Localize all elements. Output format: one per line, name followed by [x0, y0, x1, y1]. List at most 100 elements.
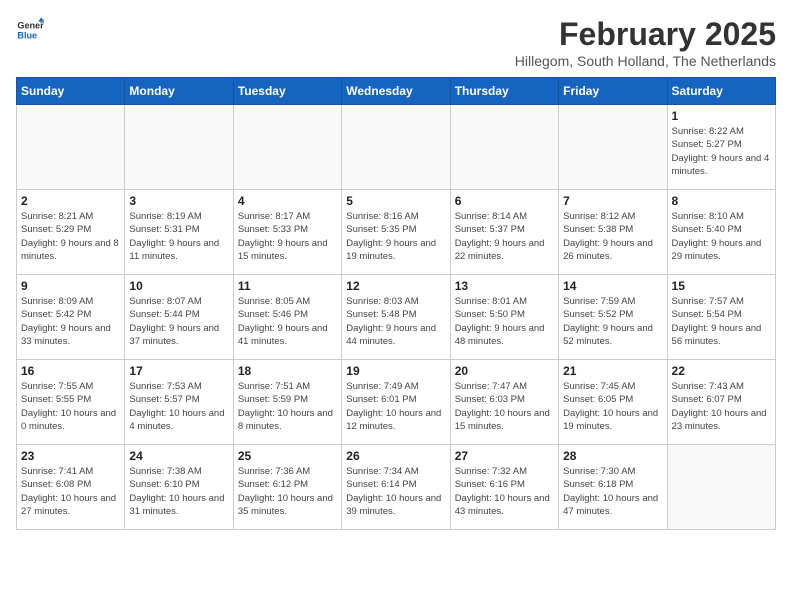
day-number: 11	[238, 279, 337, 293]
weekday-header-cell: Monday	[125, 78, 233, 105]
calendar-day-cell: 14 Sunrise: 7:59 AM Sunset: 5:52 PM Dayli…	[559, 275, 667, 360]
header: General Blue February 2025 Hillegom, Sou…	[16, 16, 776, 69]
day-info: Sunrise: 8:07 AM Sunset: 5:44 PM Dayligh…	[129, 295, 228, 348]
day-number: 4	[238, 194, 337, 208]
calendar-day-cell: 27Sunrise: 7:32 AM Sunset: 6:16 PM Dayli…	[450, 445, 558, 530]
calendar-day-cell: 4 Sunrise: 8:17 AM Sunset: 5:33 PM Daylig…	[233, 190, 341, 275]
calendar-day-cell: 23 Sunrise: 7:41 AM Sunset: 6:08 PM Dayli…	[17, 445, 125, 530]
calendar-day-cell: 9 Sunrise: 8:09 AM Sunset: 5:42 PM Daylig…	[17, 275, 125, 360]
calendar-day-cell: 13 Sunrise: 8:01 AM Sunset: 5:50 PM Dayli…	[450, 275, 558, 360]
calendar-day-cell	[450, 105, 558, 190]
day-number: 26	[346, 449, 445, 463]
day-number: 6	[455, 194, 554, 208]
calendar-day-cell: 7Sunrise: 8:12 AM Sunset: 5:38 PM Daylig…	[559, 190, 667, 275]
day-number: 16	[21, 364, 120, 378]
day-number: 24	[129, 449, 228, 463]
svg-text:Blue: Blue	[17, 30, 37, 40]
day-number: 18	[238, 364, 337, 378]
subtitle: Hillegom, South Holland, The Netherlands	[515, 53, 776, 69]
calendar-week-row: 1 Sunrise: 8:22 AM Sunset: 5:27 PM Daylig…	[17, 105, 776, 190]
calendar-day-cell: 2 Sunrise: 8:21 AM Sunset: 5:29 PM Daylig…	[17, 190, 125, 275]
calendar-day-cell: 24Sunrise: 7:38 AM Sunset: 6:10 PM Dayli…	[125, 445, 233, 530]
day-info: Sunrise: 7:47 AM Sunset: 6:03 PM Dayligh…	[455, 380, 554, 433]
calendar-day-cell	[342, 105, 450, 190]
weekday-header-cell: Saturday	[667, 78, 775, 105]
calendar-day-cell	[125, 105, 233, 190]
day-number: 1	[672, 109, 771, 123]
day-number: 15	[672, 279, 771, 293]
day-info: Sunrise: 8:19 AM Sunset: 5:31 PM Dayligh…	[129, 210, 228, 263]
day-info: Sunrise: 8:01 AM Sunset: 5:50 PM Dayligh…	[455, 295, 554, 348]
calendar-day-cell: 22Sunrise: 7:43 AM Sunset: 6:07 PM Dayli…	[667, 360, 775, 445]
weekday-header-row: SundayMondayTuesdayWednesdayThursdayFrid…	[17, 78, 776, 105]
day-number: 13	[455, 279, 554, 293]
day-info: Sunrise: 7:53 AM Sunset: 5:57 PM Dayligh…	[129, 380, 228, 433]
weekday-header-cell: Tuesday	[233, 78, 341, 105]
calendar-day-cell: 8Sunrise: 8:10 AM Sunset: 5:40 PM Daylig…	[667, 190, 775, 275]
calendar-day-cell: 11 Sunrise: 8:05 AM Sunset: 5:46 PM Dayli…	[233, 275, 341, 360]
day-info: Sunrise: 7:59 AM Sunset: 5:52 PM Dayligh…	[563, 295, 662, 348]
calendar-day-cell: 1 Sunrise: 8:22 AM Sunset: 5:27 PM Daylig…	[667, 105, 775, 190]
weekday-header-cell: Thursday	[450, 78, 558, 105]
calendar: SundayMondayTuesdayWednesdayThursdayFrid…	[16, 77, 776, 530]
calendar-day-cell: 10 Sunrise: 8:07 AM Sunset: 5:44 PM Dayli…	[125, 275, 233, 360]
month-title: February 2025	[515, 16, 776, 53]
day-number: 9	[21, 279, 120, 293]
day-number: 5	[346, 194, 445, 208]
day-info: Sunrise: 8:22 AM Sunset: 5:27 PM Dayligh…	[672, 125, 771, 178]
day-info: Sunrise: 7:43 AM Sunset: 6:07 PM Dayligh…	[672, 380, 771, 433]
calendar-day-cell	[17, 105, 125, 190]
calendar-day-cell: 3 Sunrise: 8:19 AM Sunset: 5:31 PM Daylig…	[125, 190, 233, 275]
calendar-day-cell: 20 Sunrise: 7:47 AM Sunset: 6:03 PM Dayli…	[450, 360, 558, 445]
day-number: 3	[129, 194, 228, 208]
day-info: Sunrise: 7:55 AM Sunset: 5:55 PM Dayligh…	[21, 380, 120, 433]
day-number: 27	[455, 449, 554, 463]
day-info: Sunrise: 7:45 AM Sunset: 6:05 PM Dayligh…	[563, 380, 662, 433]
day-info: Sunrise: 8:21 AM Sunset: 5:29 PM Dayligh…	[21, 210, 120, 263]
weekday-header-cell: Friday	[559, 78, 667, 105]
day-number: 14	[563, 279, 662, 293]
calendar-week-row: 9 Sunrise: 8:09 AM Sunset: 5:42 PM Daylig…	[17, 275, 776, 360]
calendar-day-cell	[559, 105, 667, 190]
calendar-day-cell: 16 Sunrise: 7:55 AM Sunset: 5:55 PM Dayli…	[17, 360, 125, 445]
day-info: Sunrise: 7:30 AM Sunset: 6:18 PM Dayligh…	[563, 465, 662, 518]
day-number: 21	[563, 364, 662, 378]
day-number: 20	[455, 364, 554, 378]
day-info: Sunrise: 8:05 AM Sunset: 5:46 PM Dayligh…	[238, 295, 337, 348]
weekday-header-cell: Wednesday	[342, 78, 450, 105]
calendar-week-row: 16 Sunrise: 7:55 AM Sunset: 5:55 PM Dayli…	[17, 360, 776, 445]
calendar-day-cell: 5Sunrise: 8:16 AM Sunset: 5:35 PM Daylig…	[342, 190, 450, 275]
day-info: Sunrise: 7:49 AM Sunset: 6:01 PM Dayligh…	[346, 380, 445, 433]
day-info: Sunrise: 7:51 AM Sunset: 5:59 PM Dayligh…	[238, 380, 337, 433]
logo-icon: General Blue	[16, 16, 44, 44]
calendar-day-cell: 18 Sunrise: 7:51 AM Sunset: 5:59 PM Dayli…	[233, 360, 341, 445]
day-info: Sunrise: 7:41 AM Sunset: 6:08 PM Dayligh…	[21, 465, 120, 518]
day-info: Sunrise: 8:17 AM Sunset: 5:33 PM Dayligh…	[238, 210, 337, 263]
calendar-day-cell: 25Sunrise: 7:36 AM Sunset: 6:12 PM Dayli…	[233, 445, 341, 530]
calendar-day-cell	[667, 445, 775, 530]
calendar-body: 1 Sunrise: 8:22 AM Sunset: 5:27 PM Daylig…	[17, 105, 776, 530]
day-number: 19	[346, 364, 445, 378]
calendar-day-cell	[233, 105, 341, 190]
calendar-day-cell: 28 Sunrise: 7:30 AM Sunset: 6:18 PM Dayli…	[559, 445, 667, 530]
day-number: 28	[563, 449, 662, 463]
day-info: Sunrise: 8:03 AM Sunset: 5:48 PM Dayligh…	[346, 295, 445, 348]
calendar-day-cell: 19 Sunrise: 7:49 AM Sunset: 6:01 PM Dayli…	[342, 360, 450, 445]
calendar-week-row: 2 Sunrise: 8:21 AM Sunset: 5:29 PM Daylig…	[17, 190, 776, 275]
svg-text:General: General	[17, 21, 44, 31]
calendar-week-row: 23 Sunrise: 7:41 AM Sunset: 6:08 PM Dayli…	[17, 445, 776, 530]
day-number: 25	[238, 449, 337, 463]
logo: General Blue	[16, 16, 44, 44]
calendar-day-cell: 26Sunrise: 7:34 AM Sunset: 6:14 PM Dayli…	[342, 445, 450, 530]
day-info: Sunrise: 8:09 AM Sunset: 5:42 PM Dayligh…	[21, 295, 120, 348]
day-number: 7	[563, 194, 662, 208]
day-info: Sunrise: 8:14 AM Sunset: 5:37 PM Dayligh…	[455, 210, 554, 263]
day-number: 8	[672, 194, 771, 208]
day-number: 10	[129, 279, 228, 293]
calendar-day-cell: 21 Sunrise: 7:45 AM Sunset: 6:05 PM Dayli…	[559, 360, 667, 445]
day-number: 12	[346, 279, 445, 293]
day-info: Sunrise: 7:57 AM Sunset: 5:54 PM Dayligh…	[672, 295, 771, 348]
day-number: 23	[21, 449, 120, 463]
day-number: 2	[21, 194, 120, 208]
day-number: 17	[129, 364, 228, 378]
